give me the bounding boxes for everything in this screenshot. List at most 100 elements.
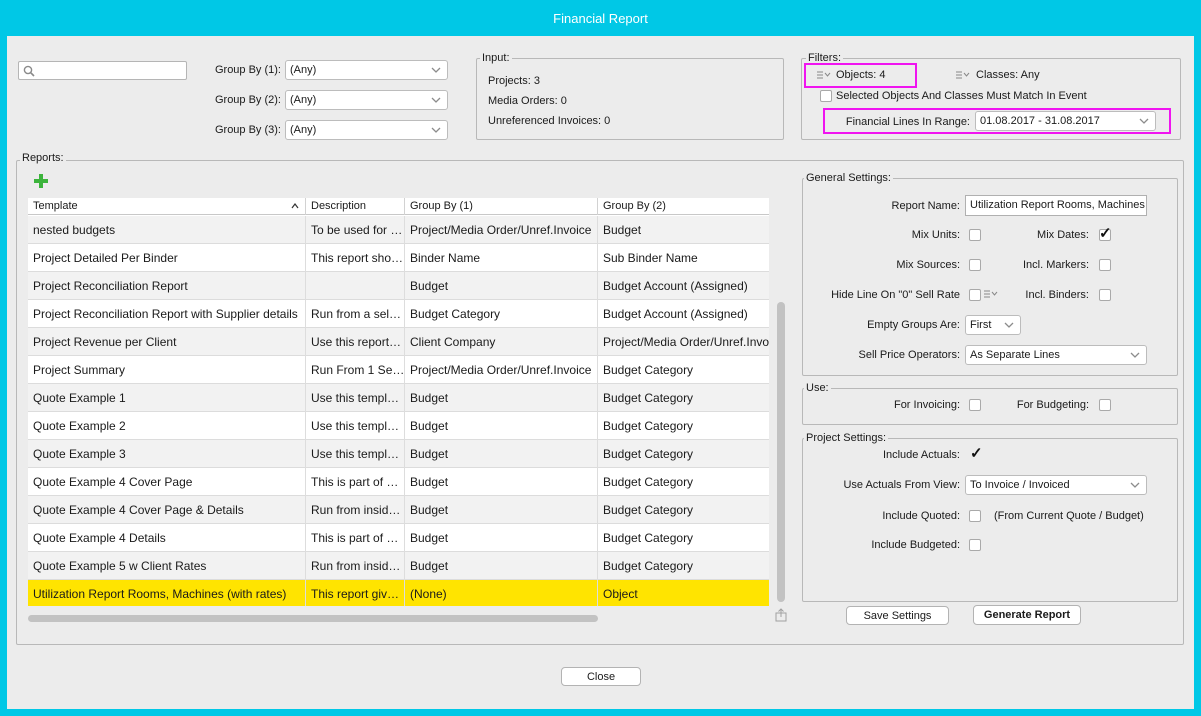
table-cell: Run from insid…	[306, 552, 405, 580]
add-icon[interactable]	[34, 174, 48, 188]
share-icon[interactable]	[774, 608, 788, 622]
table-row[interactable]: nested budgets To be used for … Project/Me…	[28, 216, 769, 244]
use-actuals-select[interactable]: To Invoice / Invoiced	[965, 475, 1147, 495]
mix-sources-checkbox[interactable]	[969, 259, 981, 271]
table-row-selected[interactable]: Utilization Report Rooms, Machines (with…	[28, 580, 769, 606]
column-header-description[interactable]: Description	[306, 198, 405, 215]
table-cell: Quote Example 4 Details	[28, 524, 306, 552]
hide-line-checkbox[interactable]	[969, 289, 981, 301]
column-header-template[interactable]: Template	[28, 198, 306, 215]
table-row[interactable]: Project Detailed Per Binder This report s…	[28, 244, 769, 272]
table-cell: Run from insid…	[306, 496, 405, 524]
search-icon	[23, 65, 35, 77]
include-actuals-checkbox[interactable]: ✓	[970, 446, 983, 461]
report-name-input[interactable]: Utilization Report Rooms, Machines	[965, 195, 1147, 216]
group-by-3-select[interactable]: (Any)	[285, 120, 448, 140]
table-cell: Budget	[405, 412, 598, 440]
include-actuals-label: Include Actuals:	[882, 449, 960, 461]
incl-markers-checkbox[interactable]	[1099, 259, 1111, 271]
for-invoicing-checkbox[interactable]	[969, 399, 981, 411]
close-button[interactable]: Close	[561, 667, 641, 686]
for-invoicing-label: For Invoicing:	[893, 399, 960, 411]
table-row[interactable]: Project Reconciliation Report Budget Budge…	[28, 272, 769, 300]
filter-menu-icon[interactable]	[956, 71, 970, 79]
table-cell: Budget Category	[405, 300, 598, 328]
save-settings-button[interactable]: Save Settings	[846, 606, 949, 625]
for-budgeting-checkbox[interactable]	[1099, 399, 1111, 411]
range-value: 01.08.2017 - 31.08.2017	[980, 115, 1100, 127]
table-cell: Budget Category	[603, 559, 694, 573]
table-cell: Quote Example 2	[28, 412, 306, 440]
mix-units-label: Mix Units:	[911, 229, 960, 241]
table-row[interactable]: Quote Example 4 Details This is part of ……	[28, 524, 769, 552]
table-row[interactable]: Quote Example 4 Cover Page This is part o…	[28, 468, 769, 496]
mix-units-checkbox[interactable]	[969, 229, 981, 241]
table-cell: Use this templ…	[306, 384, 405, 412]
include-quoted-checkbox[interactable]	[969, 510, 981, 522]
table-row[interactable]: Project Revenue per Client Use this repor…	[28, 328, 769, 356]
table-cell: Budget Category	[603, 503, 694, 517]
generate-report-button[interactable]: Generate Report	[973, 605, 1081, 625]
table-cell: (None)	[405, 580, 598, 606]
match-in-event-checkbox[interactable]	[820, 90, 832, 102]
reports-table: Template Description Group By (1) Group …	[28, 198, 769, 606]
table-cell: Use this templ…	[306, 412, 405, 440]
hide-line-label: Hide Line On "0" Sell Rate	[831, 289, 960, 301]
horizontal-scrollbar[interactable]	[28, 615, 598, 622]
table-row[interactable]: Quote Example 2 Use this templ… Budget Budg…	[28, 412, 769, 440]
table-cell: Budget	[405, 384, 598, 412]
table-cell: Run from a sel…	[306, 300, 405, 328]
incl-binders-checkbox[interactable]	[1099, 289, 1111, 301]
table-cell: nested budgets	[28, 216, 306, 244]
table-cell: Binder Name	[405, 244, 598, 272]
range-select[interactable]: 01.08.2017 - 31.08.2017	[975, 111, 1156, 131]
table-cell: To be used for …	[306, 216, 405, 244]
group-by-1-label: Group By (1):	[214, 64, 281, 76]
chevron-down-icon	[431, 127, 441, 133]
empty-groups-value: First	[970, 319, 992, 331]
include-budgeted-checkbox[interactable]	[969, 539, 981, 551]
group-by-1-select[interactable]: (Any)	[285, 60, 448, 80]
table-cell: Sub Binder Name	[603, 251, 698, 265]
vertical-scrollbar[interactable]	[777, 302, 785, 602]
table-cell: Object	[603, 587, 638, 601]
table-cell: Project Reconciliation Report with Suppl…	[28, 300, 306, 328]
table-row[interactable]: Quote Example 3 Use this templ… Budget Budg…	[28, 440, 769, 468]
use-actuals-value: To Invoice / Invoiced	[970, 479, 1070, 491]
incl-binders-label: Incl. Binders:	[1025, 289, 1089, 301]
chevron-down-icon	[1130, 352, 1140, 358]
table-cell: Use this templ…	[306, 440, 405, 468]
report-name-label: Report Name:	[891, 200, 960, 212]
table-row[interactable]: Quote Example 4 Cover Page & Details Run …	[28, 496, 769, 524]
empty-groups-select[interactable]: First	[965, 315, 1021, 335]
window-title: Financial Report	[0, 0, 1201, 36]
table-cell: Quote Example 4 Cover Page & Details	[28, 496, 306, 524]
include-quoted-label: Include Quoted:	[882, 510, 960, 522]
sell-price-value: As Separate Lines	[970, 349, 1060, 361]
table-cell: Budget Category	[603, 391, 694, 405]
table-row[interactable]: Project Reconciliation Report with Suppl…	[28, 300, 769, 328]
table-cell: Quote Example 3	[28, 440, 306, 468]
sell-price-select[interactable]: As Separate Lines	[965, 345, 1147, 365]
table-row[interactable]: Quote Example 5 w Client Rates Run from i…	[28, 552, 769, 580]
objects-filter[interactable]: Objects: 4	[836, 69, 886, 81]
classes-filter[interactable]: Classes: Any	[976, 69, 1040, 81]
table-cell: Project Reconciliation Report	[28, 272, 306, 300]
column-header-group-by-2[interactable]: Group By (2)	[598, 198, 769, 215]
group-by-2-label: Group By (2):	[214, 94, 281, 106]
table-row[interactable]: Quote Example 1 Use this templ… Budget Budg…	[28, 384, 769, 412]
filter-menu-icon[interactable]	[817, 71, 831, 79]
group-by-2-select[interactable]: (Any)	[285, 90, 448, 110]
table-cell: Budget Category	[603, 363, 694, 377]
table-cell: Project Detailed Per Binder	[28, 244, 306, 272]
table-row[interactable]: Project Summary Run From 1 Se… Project/Med…	[28, 356, 769, 384]
table-cell: Budget Category	[603, 475, 694, 489]
projects-count: Projects: 3	[488, 75, 540, 87]
search-input[interactable]	[18, 61, 187, 80]
table-cell: Budget Category	[603, 447, 694, 461]
column-header-group-by-1[interactable]: Group By (1)	[405, 198, 598, 215]
table-cell: Budget	[405, 272, 598, 300]
filter-menu-icon[interactable]	[984, 290, 998, 298]
table-cell: Project Summary	[28, 356, 306, 384]
table-cell: This report giv…	[306, 580, 405, 606]
